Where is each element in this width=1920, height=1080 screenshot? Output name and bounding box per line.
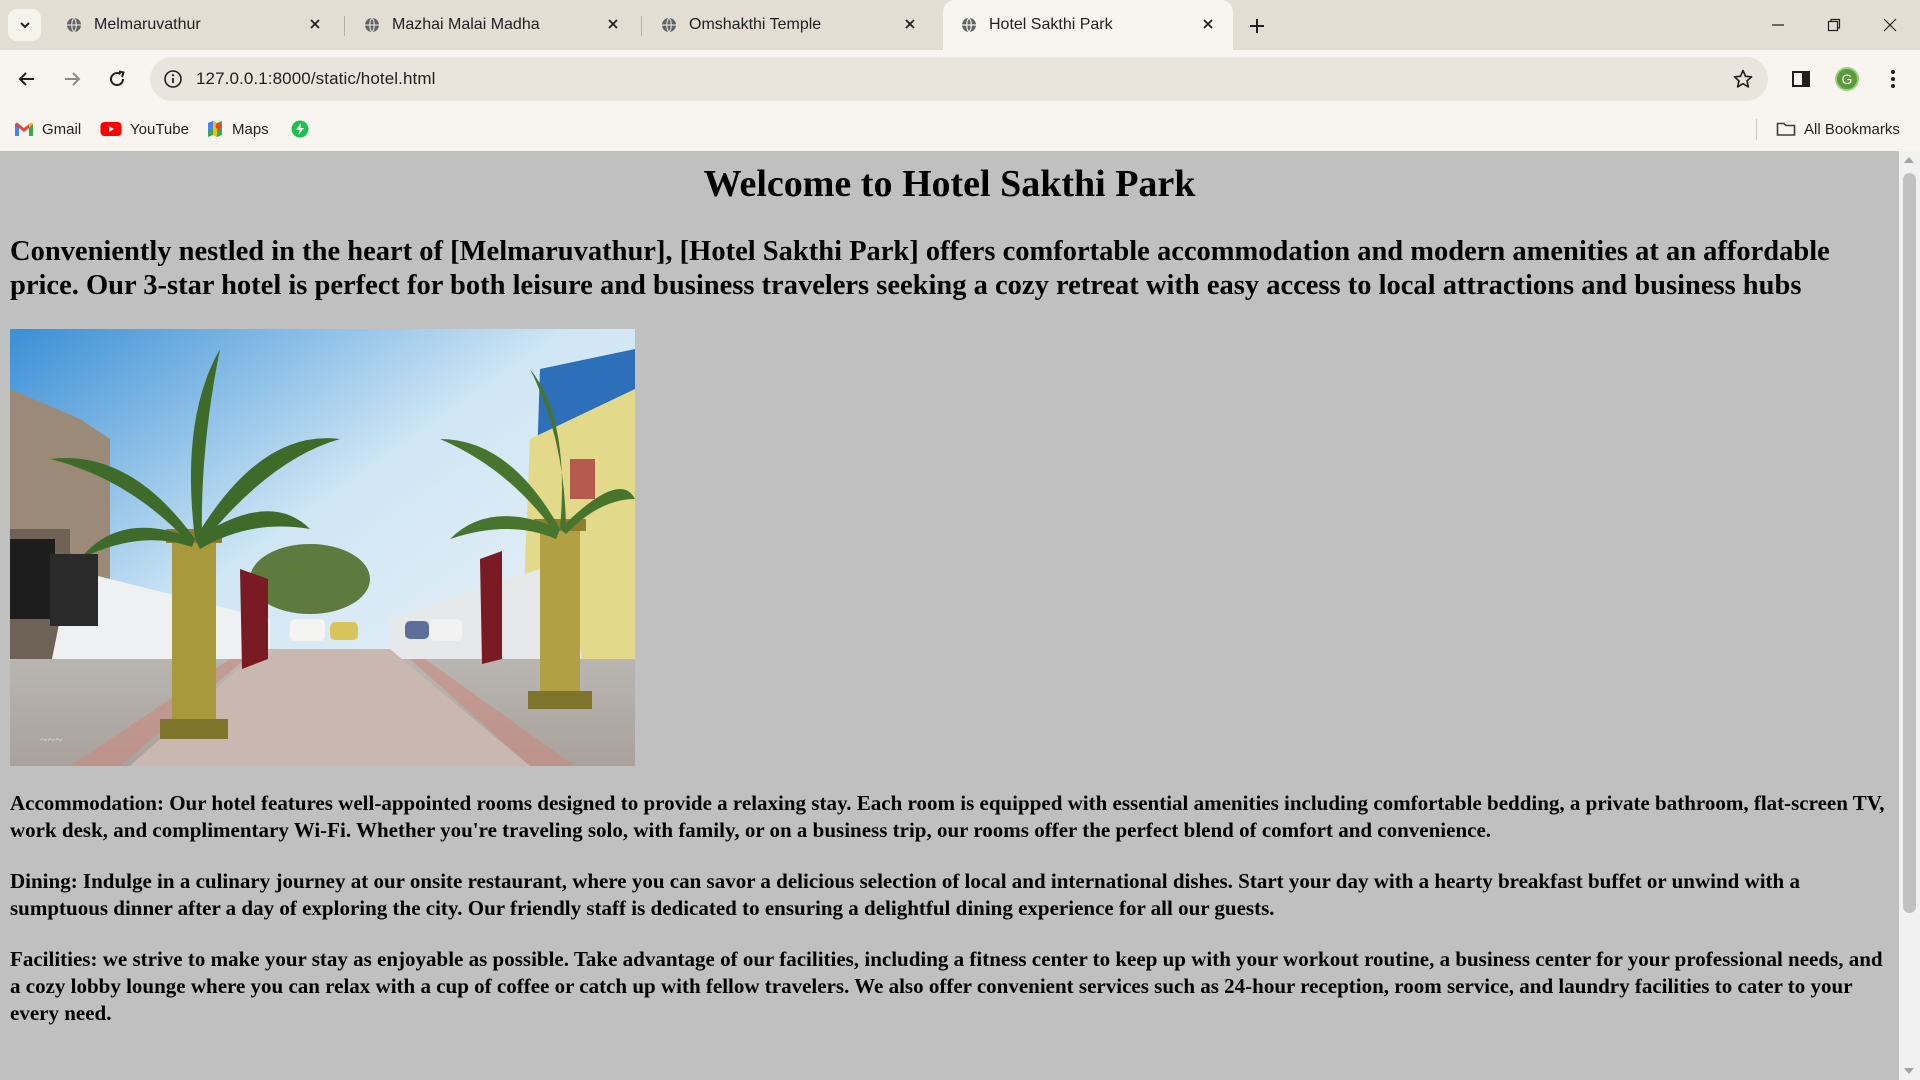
bookmark-gmail[interactable]: Gmail xyxy=(14,118,81,140)
browser-toolbar: 127.0.0.1:8000/static/hotel.html G xyxy=(0,50,1920,108)
globe-icon xyxy=(662,17,676,33)
dining-paragraph: Dining: Indulge in a culinary journey at… xyxy=(10,869,1800,920)
bookmark-label: Gmail xyxy=(42,120,82,138)
page-viewport: Welcome to Hotel Sakthi Park Convenientl… xyxy=(0,151,1899,1080)
tab-title: Hotel Sakthi Park xyxy=(989,16,1113,33)
bookmark-star-icon[interactable] xyxy=(1732,68,1754,90)
minimize-button[interactable] xyxy=(1750,0,1806,50)
gmail-icon xyxy=(15,122,33,136)
bookmark-label: YouTube xyxy=(130,120,189,138)
profile-button[interactable]: G xyxy=(1830,62,1864,96)
close-tab-icon[interactable] xyxy=(602,13,624,35)
maps-icon xyxy=(208,121,222,137)
reload-icon xyxy=(110,70,125,87)
globe-icon xyxy=(962,17,976,33)
reload-button[interactable] xyxy=(100,62,134,96)
green-bolt-icon xyxy=(291,120,309,138)
forward-button[interactable] xyxy=(55,62,89,96)
tab-search-button[interactable] xyxy=(8,9,41,41)
arrow-right-icon xyxy=(65,72,81,86)
tab-title: Omshakthi Temple xyxy=(689,16,822,33)
more-vert-icon xyxy=(1891,70,1895,88)
bookmark-youtube[interactable]: YouTube xyxy=(100,118,189,140)
tab-title: Melmaruvathur xyxy=(94,16,201,33)
tab-strip: Melmaruvathur Mazhai Malai Madha Omshakt… xyxy=(0,0,1920,50)
bookmarks-separator xyxy=(1756,119,1757,140)
avatar: G xyxy=(1835,67,1859,91)
address-bar[interactable]: 127.0.0.1:8000/static/hotel.html xyxy=(150,57,1768,101)
restore-button[interactable] xyxy=(1806,0,1862,50)
tab-mazhai-malai-madha[interactable]: Mazhai Malai Madha xyxy=(346,0,638,50)
page-title: Welcome to Hotel Sakthi Park xyxy=(703,163,1196,205)
tab-title: Mazhai Malai Madha xyxy=(392,16,540,33)
bookmark-maps[interactable]: Maps xyxy=(206,118,269,140)
tab-omshakthi-temple[interactable]: Omshakthi Temple xyxy=(643,0,935,50)
bookmark-green-shortcut[interactable] xyxy=(291,118,309,140)
hotel-entrance-image: ~~~ xyxy=(10,329,635,766)
close-icon xyxy=(1883,18,1897,32)
globe-icon xyxy=(67,17,81,33)
scroll-up-arrow-icon[interactable] xyxy=(1904,157,1914,163)
facilities-paragraph: Facilities: we strive to make your stay … xyxy=(10,947,1883,1025)
close-window-button[interactable] xyxy=(1862,0,1918,50)
plus-icon xyxy=(1250,19,1264,33)
minimize-icon xyxy=(1772,24,1784,26)
side-panel-button[interactable] xyxy=(1784,62,1818,96)
site-info-icon[interactable] xyxy=(162,68,184,90)
close-tab-icon[interactable] xyxy=(304,13,326,35)
chevron-down-icon xyxy=(19,22,30,29)
side-panel-icon xyxy=(1792,71,1810,87)
scrollbar-thumb[interactable] xyxy=(1903,173,1916,913)
page-content: Welcome to Hotel Sakthi Park Convenientl… xyxy=(0,161,1899,1027)
menu-button[interactable] xyxy=(1876,62,1910,96)
bookmarks-bar: Gmail YouTube Maps All Bookmarks xyxy=(0,108,1920,151)
bookmark-label: Maps xyxy=(232,120,269,138)
restore-icon xyxy=(1827,18,1841,32)
youtube-icon xyxy=(100,122,122,136)
tab-separator xyxy=(641,16,642,36)
url-text[interactable]: 127.0.0.1:8000/static/hotel.html xyxy=(196,69,435,89)
page-scrollbar[interactable] xyxy=(1899,151,1920,1080)
intro-heading: Conveniently nestled in the heart of [Me… xyxy=(10,236,1830,301)
tab-separator xyxy=(344,16,345,36)
scroll-down-arrow-icon[interactable] xyxy=(1904,1068,1914,1074)
globe-icon xyxy=(365,17,379,33)
folder-icon xyxy=(1776,122,1796,136)
accommodation-paragraph: Accommodation: Our hotel features well-a… xyxy=(10,791,1885,842)
close-tab-icon[interactable] xyxy=(899,13,921,35)
close-tab-icon[interactable] xyxy=(1197,13,1219,35)
back-button[interactable] xyxy=(10,62,44,96)
all-bookmarks-label: All Bookmarks xyxy=(1804,120,1900,138)
tab-melmaruvathur[interactable]: Melmaruvathur xyxy=(48,0,340,50)
all-bookmarks-button[interactable]: All Bookmarks xyxy=(1776,118,1900,140)
tab-hotel-sakthi-park[interactable]: Hotel Sakthi Park xyxy=(943,0,1233,50)
new-tab-button[interactable] xyxy=(1244,13,1270,39)
svg-text:~~~: ~~~ xyxy=(40,733,63,748)
arrow-left-icon xyxy=(18,72,34,86)
